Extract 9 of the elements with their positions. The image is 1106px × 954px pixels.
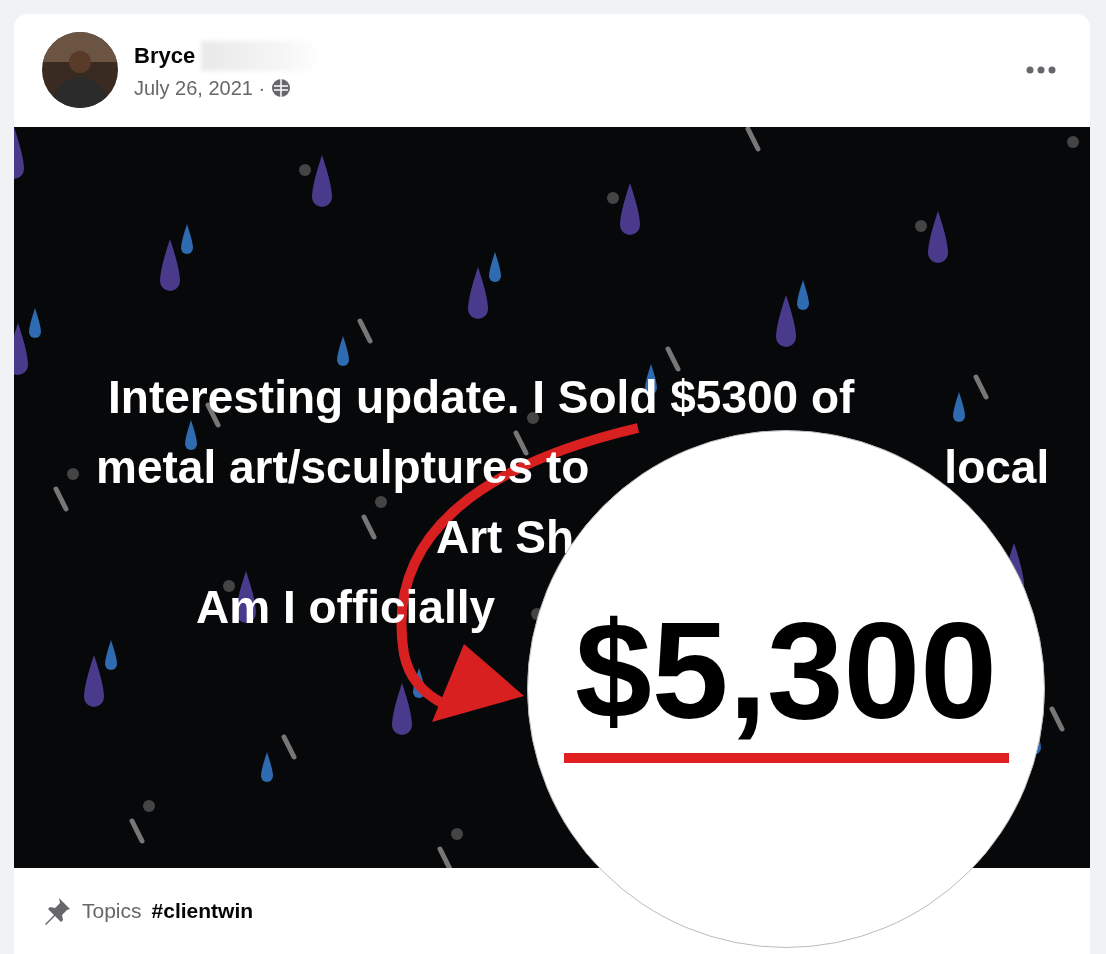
- post-text: Art Sh: [436, 513, 574, 562]
- author-name[interactable]: Bryce: [134, 42, 196, 69]
- post-date[interactable]: July 26, 2021 ·: [134, 76, 266, 100]
- amount-text: $5,300: [574, 595, 998, 745]
- topic-tag[interactable]: #clientwin: [151, 899, 254, 923]
- globe-icon[interactable]: [271, 78, 292, 99]
- post-text: Interesting update. I Sold $5300 of: [108, 373, 855, 422]
- topics-label: Topics: [82, 899, 142, 923]
- post-text: local: [944, 443, 1050, 492]
